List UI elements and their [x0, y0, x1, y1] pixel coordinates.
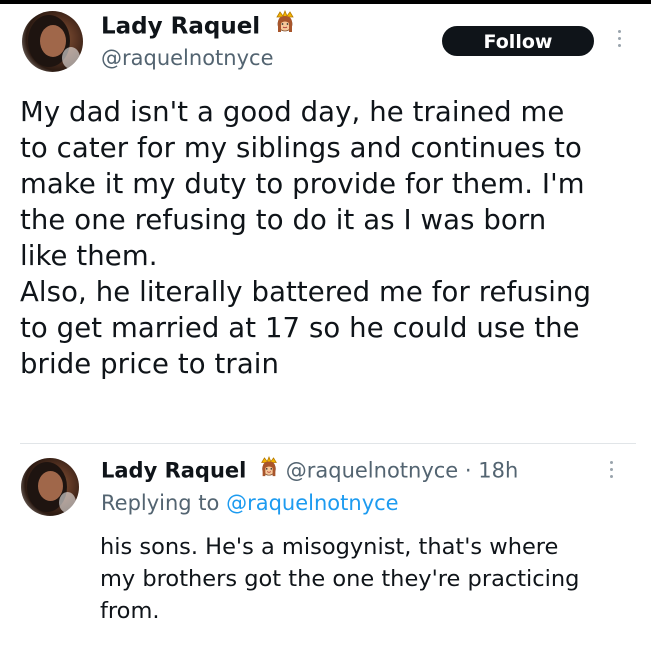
tweet-text: My dad isn't a good day, he trained me t… — [20, 94, 640, 382]
tweet-text-line: bride price to train — [20, 348, 280, 380]
tweet-text-line: to get married at 17 so he could use the — [20, 312, 580, 344]
replying-to-label: Replying to — [101, 491, 220, 515]
reply-avatar[interactable] — [21, 458, 79, 516]
tweet-text-line: like them. — [20, 240, 158, 272]
tweet-text-line: the one refusing to do it as I was born — [20, 204, 547, 236]
replying-to-mention[interactable]: @raquelnotnyce — [226, 491, 399, 515]
princess-emoji-icon — [259, 456, 279, 483]
reply-text: his sons. He's a misogynist, that's wher… — [100, 531, 640, 627]
reply-timestamp[interactable]: 18h — [478, 459, 518, 483]
tweet-text-line: make it my duty to provide for them. I'm — [20, 168, 585, 200]
tweet-text-line: My dad isn't a good day, he trained me — [20, 96, 565, 128]
follow-button[interactable]: Follow — [442, 26, 594, 56]
reply-author-name[interactable]: Lady Raquel — [101, 459, 246, 483]
top-border — [0, 0, 651, 4]
tweet-text-line: to cater for my siblings and continues t… — [20, 132, 582, 164]
reply-text-line: from. — [100, 598, 160, 624]
author-name-text: Lady Raquel — [101, 13, 261, 40]
author-handle[interactable]: @raquelnotnyce — [101, 46, 274, 70]
more-vertical-icon[interactable] — [617, 30, 623, 51]
reply-text-line: my brothers got the one they're practici… — [100, 566, 580, 592]
separator-dot: · — [464, 458, 472, 483]
tweet-text-line: Also, he literally battered me for refus… — [20, 276, 592, 308]
more-vertical-icon[interactable] — [609, 461, 615, 482]
reply-header: Lady Raquel @raquelnotnyce · 18h — [101, 456, 518, 485]
author-name[interactable]: Lady Raquel — [101, 9, 296, 42]
divider — [20, 443, 636, 444]
reply-author-handle[interactable]: @raquelnotnyce — [286, 459, 459, 483]
princess-emoji-icon — [274, 9, 296, 40]
avatar[interactable] — [22, 11, 83, 72]
reply-text-line: his sons. He's a misogynist, that's wher… — [100, 534, 559, 560]
replying-to: Replying to @raquelnotnyce — [101, 491, 399, 515]
